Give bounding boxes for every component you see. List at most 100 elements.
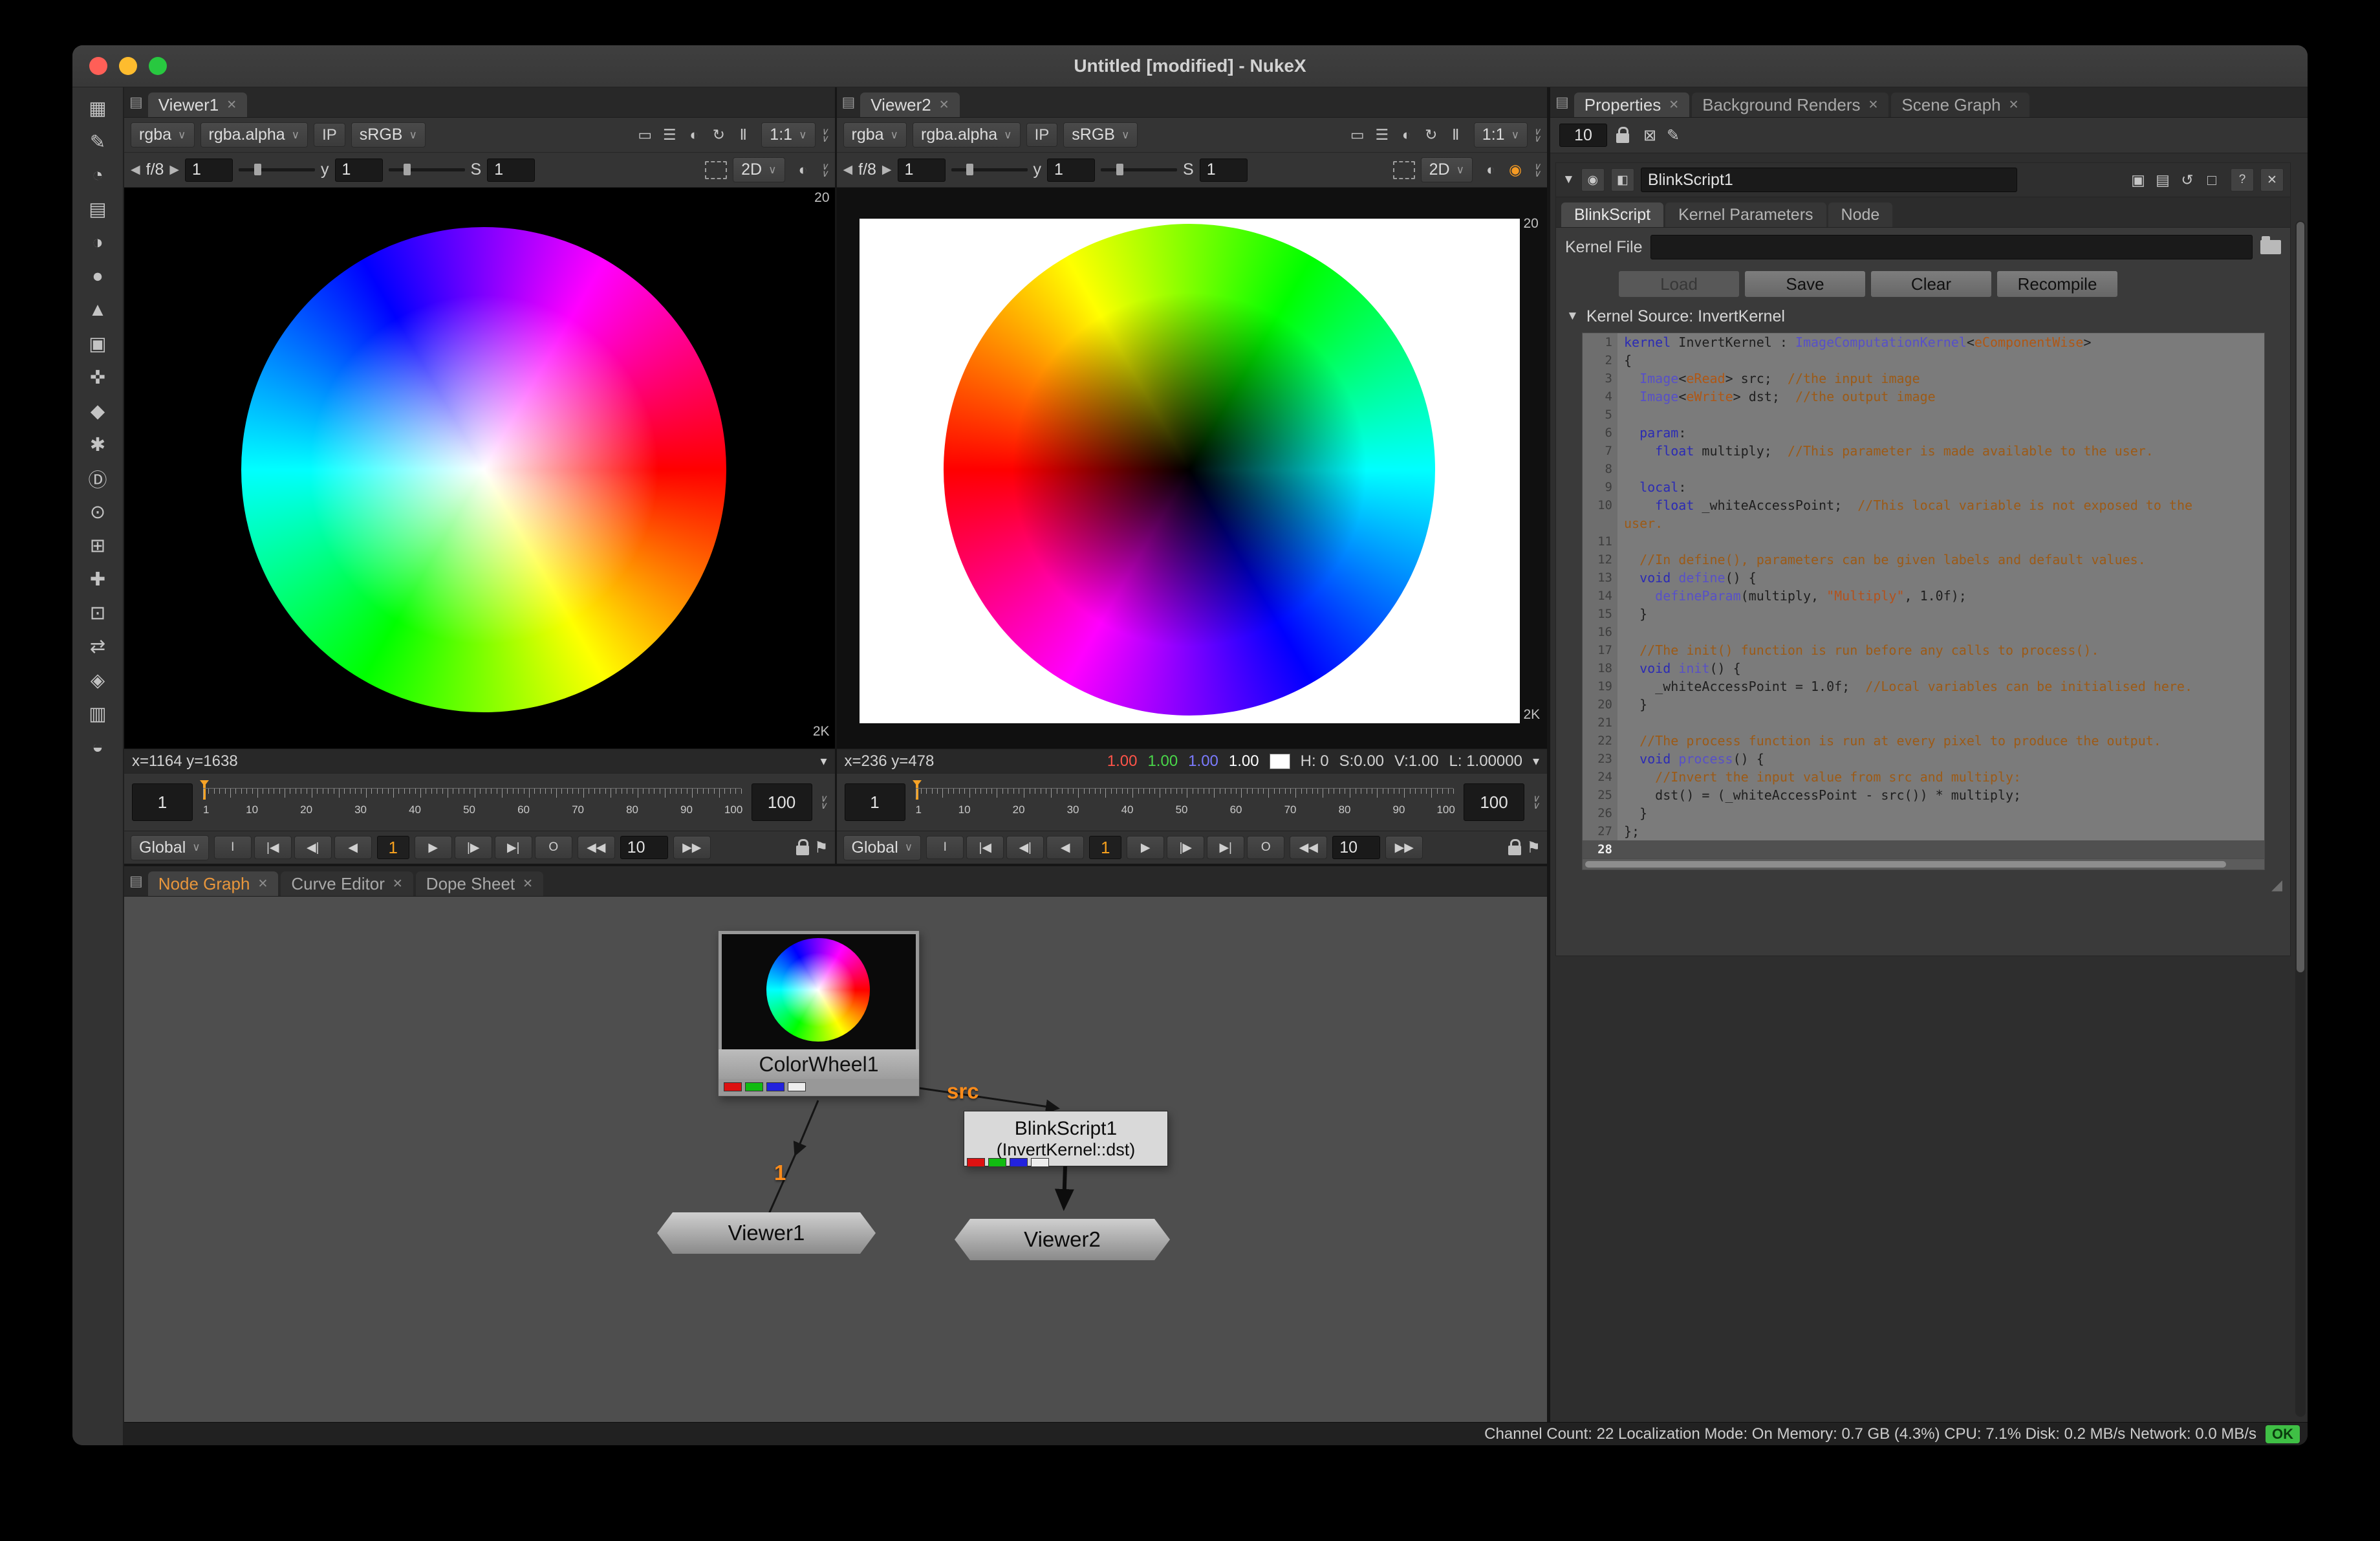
saturation-input[interactable]: 1 xyxy=(1200,158,1248,182)
gain-next-icon[interactable]: ▶ xyxy=(882,162,892,177)
code-line[interactable]: 11 xyxy=(1583,532,2264,551)
tab-properties[interactable]: Properties ✕ xyxy=(1574,93,1689,117)
current-frame-input[interactable]: 1 xyxy=(377,836,409,859)
frame-increment-input[interactable]: 10 xyxy=(620,836,668,859)
save-button[interactable]: Save xyxy=(1744,270,1866,298)
zoom-dropdown[interactable]: 1:1 ∨ xyxy=(761,122,815,148)
fstop-label[interactable]: f/8 xyxy=(858,160,876,179)
tab-curve-editor[interactable]: Curve Editor ✕ xyxy=(281,871,413,896)
refresh-icon[interactable]: ↻ xyxy=(1419,123,1444,147)
deep-icon[interactable]: Ⓓ xyxy=(79,463,116,494)
range-in-button[interactable]: I xyxy=(214,836,252,859)
close-icon[interactable]: ✕ xyxy=(393,877,403,891)
views-icon[interactable]: ⊙ xyxy=(79,496,116,528)
image-icon[interactable]: ▦ xyxy=(79,93,116,124)
3d-icon[interactable]: ◆ xyxy=(79,395,116,427)
play-forward-button[interactable]: ▶ xyxy=(1127,836,1164,859)
flipbook-icon[interactable]: ⚑ xyxy=(1526,838,1541,857)
display-gamma-icon[interactable]: ◐ xyxy=(791,158,816,182)
clear-button[interactable]: Clear xyxy=(1870,270,1992,298)
code-line[interactable]: 7 float multiply; //This parameter is ma… xyxy=(1583,442,2264,460)
flipbook-icon[interactable]: ⚑ xyxy=(814,838,828,857)
pause-icon[interactable]: Ⅱ xyxy=(1444,123,1468,147)
pane-menu-icon[interactable]: ▤ xyxy=(842,94,856,111)
next-frame-button[interactable]: |▶ xyxy=(1167,836,1204,859)
clear-panels-icon[interactable]: ⊠ xyxy=(1638,124,1661,147)
lock-icon[interactable] xyxy=(1616,133,1629,143)
kernel-source-editor[interactable]: 1kernel InvertKernel : ImageComputationK… xyxy=(1582,333,2265,870)
gamma-slider[interactable] xyxy=(1101,168,1177,171)
view-mode-dropdown[interactable]: 2D ∨ xyxy=(1421,157,1473,182)
keyer-icon[interactable]: ▲ xyxy=(79,294,116,326)
collapse-icon[interactable]: ∨ ∨ xyxy=(821,163,828,177)
tab-node-graph[interactable]: Node Graph ✕ xyxy=(148,871,279,896)
skip-back-button[interactable]: ◀◀ xyxy=(578,836,615,859)
collapse-icon[interactable]: ∨ ∨ xyxy=(820,795,827,809)
node-color-icon[interactable]: ◧ xyxy=(1611,168,1634,191)
resize-grip-icon[interactable]: ◢ xyxy=(2271,877,2282,893)
code-line[interactable]: 12 //In define(), parameters can be give… xyxy=(1583,551,2264,569)
timeline[interactable]: 1102030405060708090100 xyxy=(200,779,744,825)
load-button[interactable]: Load xyxy=(1618,270,1740,298)
skip-back-button[interactable]: ◀◀ xyxy=(1290,836,1327,859)
gain-input[interactable]: 1 xyxy=(898,158,946,182)
time-icon[interactable]: ◔ xyxy=(79,160,116,191)
close-icon[interactable]: ✕ xyxy=(2009,98,2019,113)
viewer2-canvas[interactable]: 20 2K xyxy=(837,188,1548,749)
gain-slider[interactable] xyxy=(239,168,315,171)
gamma-input[interactable]: 1 xyxy=(335,158,383,182)
help-button[interactable]: ? xyxy=(2231,168,2254,191)
stack-icon[interactable]: ☰ xyxy=(657,123,682,147)
other-icon[interactable]: ⊡ xyxy=(79,597,116,629)
filter-icon[interactable]: ● xyxy=(79,261,116,292)
range-start-input[interactable]: 1 xyxy=(845,783,905,821)
close-icon[interactable]: ✕ xyxy=(257,877,268,891)
pane-menu-icon[interactable]: ▤ xyxy=(1555,94,1569,111)
loop-mode-button[interactable]: O xyxy=(1247,836,1284,859)
code-line[interactable]: 26 } xyxy=(1583,804,2264,822)
collapse-icon[interactable]: ∨ ∨ xyxy=(821,128,828,142)
tab-viewer1[interactable]: Viewer1 ✕ xyxy=(148,93,247,117)
channels-dropdown[interactable]: rgba ∨ xyxy=(843,122,907,148)
vertical-scrollbar[interactable] xyxy=(2295,221,2306,1417)
gain-slider[interactable] xyxy=(951,168,1028,171)
node-viewer2[interactable]: Viewer2 xyxy=(955,1219,1170,1260)
close-icon[interactable]: ✕ xyxy=(226,98,237,113)
display-transform-dropdown[interactable]: sRGB ∨ xyxy=(1063,122,1138,148)
node-blinkscript1[interactable]: BlinkScript1 (InvertKernel::dst) xyxy=(964,1111,1168,1166)
kernel-file-input[interactable] xyxy=(1650,235,2253,259)
code-line[interactable]: 17 //The init() function is run before a… xyxy=(1583,641,2264,659)
max-panels-input[interactable]: 10 xyxy=(1559,124,1607,147)
timeline[interactable]: 1102030405060708090100 xyxy=(913,779,1456,825)
node-graph-canvas[interactable]: ColorWheel1 src BlinkScript1 (InvertKern… xyxy=(124,897,1547,1422)
gain-prev-icon[interactable]: ◀ xyxy=(843,162,853,177)
toolsets-icon[interactable]: ✚ xyxy=(79,563,116,595)
code-line[interactable]: 18 void init() { xyxy=(1583,659,2264,677)
display-gamma-icon[interactable]: ◐ xyxy=(1478,158,1503,182)
viewer1-canvas[interactable]: 20 2K xyxy=(124,188,835,749)
skip-forward-button[interactable]: ▶▶ xyxy=(1385,836,1423,859)
code-line[interactable]: 13 void define() { xyxy=(1583,569,2264,587)
zoom-dropdown[interactable]: 1:1 ∨ xyxy=(1474,122,1528,148)
merge-icon[interactable]: ▣ xyxy=(79,328,116,360)
wipe-icon[interactable]: ◐ xyxy=(682,123,706,147)
code-line[interactable]: 15 } xyxy=(1583,605,2264,623)
alpha-layer-dropdown[interactable]: rgba.alpha ∨ xyxy=(200,122,308,148)
range-end-input[interactable]: 100 xyxy=(1464,783,1524,821)
gain-next-icon[interactable]: ▶ xyxy=(169,162,179,177)
particles-icon[interactable]: ✱ xyxy=(79,429,116,461)
code-line[interactable]: 10 float _whiteAccessPoint; //This local… xyxy=(1583,496,2264,532)
title-bar[interactable]: Untitled [modified] - NukeX xyxy=(72,45,2308,87)
prev-frame-button[interactable]: ◀| xyxy=(294,836,332,859)
range-end-input[interactable]: 100 xyxy=(752,783,812,821)
gain-prev-icon[interactable]: ◀ xyxy=(131,162,140,177)
code-line[interactable]: 20 } xyxy=(1583,695,2264,714)
loop-mode-button[interactable]: O xyxy=(535,836,572,859)
frame-range-scope-dropdown[interactable]: Global ∨ xyxy=(131,835,209,860)
horizontal-scrollbar[interactable] xyxy=(1583,858,2264,869)
collapse-icon[interactable]: ∨ ∨ xyxy=(1533,163,1541,177)
play-forward-button[interactable]: ▶ xyxy=(415,836,452,859)
frame-range-scope-dropdown[interactable]: Global ∨ xyxy=(843,835,922,860)
code-line[interactable]: 28 xyxy=(1583,840,2264,858)
split-panel-icon[interactable]: ▤ xyxy=(2150,168,2175,192)
